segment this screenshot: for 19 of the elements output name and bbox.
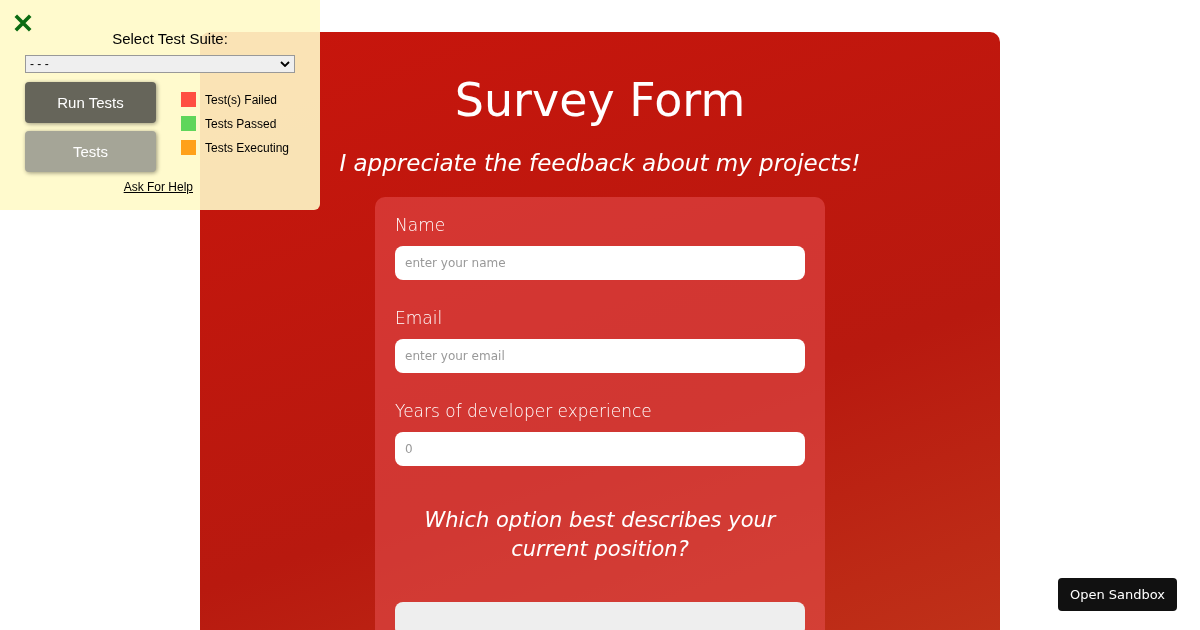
form-title: Survey Form xyxy=(454,72,746,128)
field-label: Name xyxy=(395,215,446,235)
suite-select[interactable]: - - - xyxy=(25,55,295,73)
input-field[interactable]: enter your email xyxy=(395,339,805,373)
panel-title: Select Test Suite: xyxy=(111,30,229,47)
open-sandbox-button[interactable]: Open Sandbox xyxy=(1057,578,1177,611)
chevron-down-icon xyxy=(280,61,290,67)
form-subtitle: I appreciate the feedback about my projects! xyxy=(339,150,861,176)
input-field[interactable]: enter your name xyxy=(395,246,805,280)
test-button[interactable]: Run Tests xyxy=(25,82,156,123)
question-text: Which option best describes your current position? xyxy=(423,507,778,563)
legend-label: Test(s) Failed xyxy=(205,92,278,107)
field-label: Email xyxy=(395,308,443,328)
input-field[interactable]: 0 xyxy=(395,432,805,466)
legend-label: Tests Passed xyxy=(205,116,277,131)
legend-label: Tests Executing xyxy=(205,140,290,155)
close-icon[interactable] xyxy=(14,14,32,32)
help-link[interactable]: Ask For Help xyxy=(123,180,193,194)
field-label: Years of developer experience xyxy=(395,401,652,421)
